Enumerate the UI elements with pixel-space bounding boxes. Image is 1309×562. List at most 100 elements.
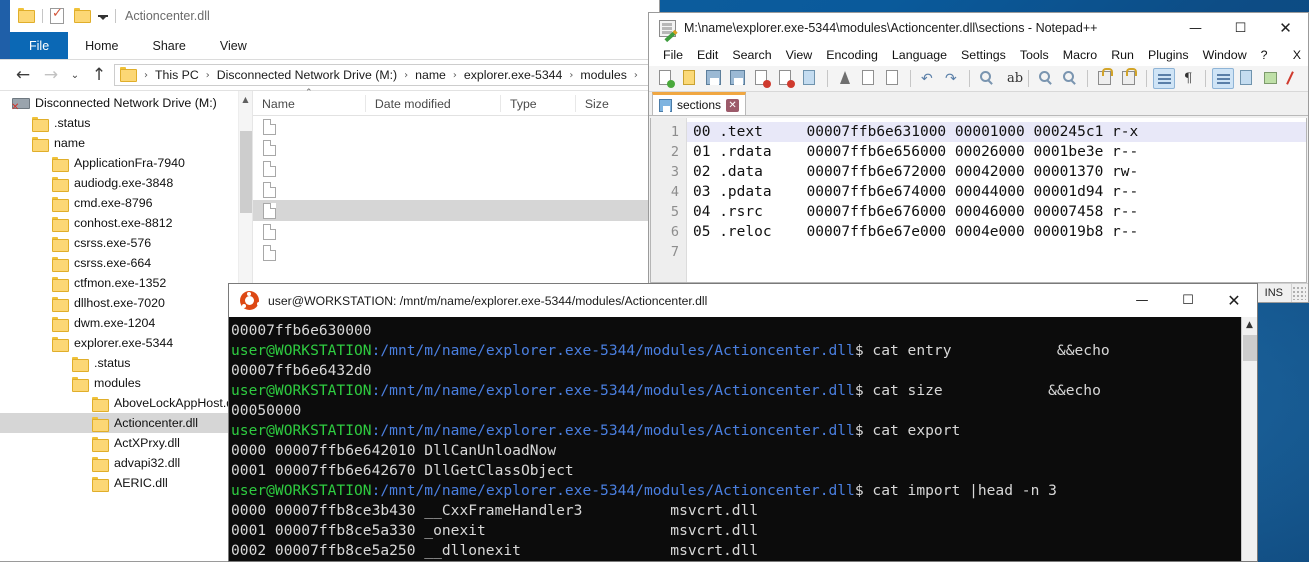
table-row[interactable] [253, 221, 659, 242]
table-row[interactable] [253, 200, 659, 221]
word-wrap-icon[interactable] [1153, 68, 1175, 89]
menu-item-macro[interactable]: Macro [1056, 48, 1104, 62]
column-header-type[interactable]: Type [499, 95, 575, 112]
tab-close-icon[interactable]: ✕ [726, 98, 740, 112]
terminal-minimize-button[interactable]: — [1119, 284, 1165, 317]
tree-item[interactable]: conhost.exe-8812 [0, 213, 252, 233]
notepadpp-maximize-button[interactable]: ☐ [1218, 13, 1263, 43]
zoom-out-icon[interactable] [1059, 68, 1081, 89]
menu-item-edit[interactable]: Edit [690, 48, 725, 62]
function-list-icon[interactable] [1284, 68, 1306, 89]
tree-item[interactable]: modules [0, 373, 252, 393]
menu-item-tools[interactable]: Tools [1013, 48, 1056, 62]
user-defined-dialog-icon[interactable] [1236, 68, 1258, 89]
ribbon-tab-file[interactable]: File [10, 32, 69, 59]
breadcrumb-item-modules[interactable]: modules [578, 68, 628, 82]
undo-icon[interactable]: ↶ [917, 68, 939, 89]
new-folder-icon[interactable] [74, 7, 91, 25]
notepadpp-editor[interactable]: 1 2 3 4 5 6 7 00 .text 00007ffb6e631000 000010… [650, 118, 1307, 283]
open-file-icon[interactable] [679, 68, 701, 89]
tree-item[interactable]: csrss.exe-576 [0, 233, 252, 253]
terminal-close-button[interactable]: ✕ [1211, 284, 1257, 317]
redo-icon[interactable]: ↷ [941, 68, 963, 89]
tree-item[interactable]: dwm.exe-1204 [0, 313, 252, 333]
tree-item[interactable]: Disconnected Network Drive (M:) [0, 93, 252, 113]
tree-item[interactable]: dllhost.exe-7020 [0, 293, 252, 313]
breadcrumb-item-explorer-exe[interactable]: explorer.exe-5344 [462, 68, 564, 82]
ribbon-tab-home[interactable]: Home [68, 32, 135, 59]
tree-item[interactable]: ctfmon.exe-1352 [0, 273, 252, 293]
tree-item[interactable]: audiodg.exe-3848 [0, 173, 252, 193]
forward-button[interactable]: → [38, 63, 64, 87]
notepadpp-minimize-button[interactable]: — [1173, 13, 1218, 43]
cut-icon[interactable] [834, 68, 856, 89]
tab-sections[interactable]: sections ✕ [652, 92, 747, 115]
breadcrumb-item-this-pc[interactable]: This PC [153, 68, 201, 82]
terminal-body[interactable]: 00007ffb6e630000 user@WORKSTATION:/mnt/m/… [229, 317, 1257, 561]
ribbon-tab-view[interactable]: View [203, 32, 264, 59]
close-file-icon[interactable] [751, 68, 773, 89]
copy-icon[interactable] [858, 68, 880, 89]
notepadpp-close-button[interactable]: ✕ [1263, 13, 1308, 43]
document-map-icon[interactable] [1260, 68, 1282, 89]
terminal-scroll-thumb[interactable] [1243, 335, 1257, 361]
menu-item-encoding[interactable]: Encoding [819, 48, 885, 62]
tree-item[interactable]: explorer.exe-5344 [0, 333, 252, 353]
breadcrumb-item-drive[interactable]: Disconnected Network Drive (M:) [215, 68, 399, 82]
menu-item-run[interactable]: Run [1104, 48, 1141, 62]
breadcrumb[interactable]: › This PC › Disconnected Network Drive (… [114, 64, 653, 86]
tree-item[interactable]: name [0, 133, 252, 153]
close-all-files-icon[interactable] [775, 68, 797, 89]
paste-icon[interactable] [882, 68, 904, 89]
table-row[interactable] [253, 158, 659, 179]
up-button[interactable]: ↑ [86, 63, 112, 87]
show-all-characters-icon[interactable]: ¶ [1177, 68, 1199, 89]
sync-horizontal-scroll-icon[interactable] [1118, 68, 1140, 89]
menu-item-settings[interactable]: Settings [954, 48, 1013, 62]
tree-item[interactable]: Actioncenter.dll [0, 413, 252, 433]
menu-item-[interactable]: ? [1254, 48, 1275, 62]
zoom-in-icon[interactable] [1035, 68, 1057, 89]
recent-locations-button[interactable]: ⌄ [66, 63, 84, 87]
tree-item[interactable]: ApplicationFra-7940 [0, 153, 252, 173]
tree-item[interactable]: advapi32.dll [0, 453, 252, 473]
scroll-up-icon[interactable]: ▲ [239, 91, 252, 107]
menu-item-window[interactable]: Window [1196, 48, 1254, 62]
replace-icon[interactable]: ab [1000, 68, 1023, 89]
tree-item[interactable]: ActXPrxy.dll [0, 433, 252, 453]
table-row[interactable] [253, 179, 659, 200]
terminal-output[interactable]: 00007ffb6e630000 user@WORKSTATION:/mnt/m/… [229, 317, 1241, 561]
column-header-size[interactable]: Size [574, 95, 659, 112]
column-header-date[interactable]: Date modified [364, 95, 500, 112]
tree-item[interactable]: AboveLockAppHost.dll [0, 393, 252, 413]
scroll-thumb[interactable] [240, 131, 252, 213]
new-file-icon[interactable] [655, 68, 677, 89]
properties-icon[interactable] [50, 6, 67, 25]
print-icon[interactable] [799, 68, 821, 89]
sync-vertical-scroll-icon[interactable] [1094, 68, 1116, 89]
terminal-scroll-up-icon[interactable]: ▲ [1242, 317, 1257, 333]
menu-item-plugins[interactable]: Plugins [1141, 48, 1196, 62]
editor-text-area[interactable]: 00 .text 00007ffb6e631000 00001000 00024… [687, 118, 1306, 282]
table-row[interactable] [253, 242, 659, 263]
breadcrumb-item-name[interactable]: name [413, 68, 448, 82]
menu-item-search[interactable]: Search [725, 48, 778, 62]
terminal-scrollbar[interactable]: ▲ [1241, 317, 1257, 561]
chevron-down-icon[interactable] [98, 14, 108, 20]
column-header-name[interactable]: Name ⌃ [253, 88, 365, 112]
menu-item-view[interactable]: View [779, 48, 820, 62]
tree-item[interactable]: .status [0, 113, 252, 133]
table-row[interactable] [253, 137, 659, 158]
save-all-icon[interactable] [727, 68, 749, 89]
resize-grip-icon[interactable] [1292, 286, 1306, 300]
indent-guide-icon[interactable] [1212, 68, 1234, 89]
save-icon[interactable] [703, 68, 725, 89]
menu-item-file[interactable]: File [656, 48, 690, 62]
tree-item[interactable]: .status [0, 353, 252, 373]
menu-item-language[interactable]: Language [885, 48, 954, 62]
ribbon-tab-share[interactable]: Share [136, 32, 203, 59]
tree-item[interactable]: csrss.exe-664 [0, 253, 252, 273]
tree-item[interactable]: cmd.exe-8796 [0, 193, 252, 213]
menu-close-document-button[interactable]: X [1286, 48, 1308, 62]
find-icon[interactable] [976, 68, 998, 89]
